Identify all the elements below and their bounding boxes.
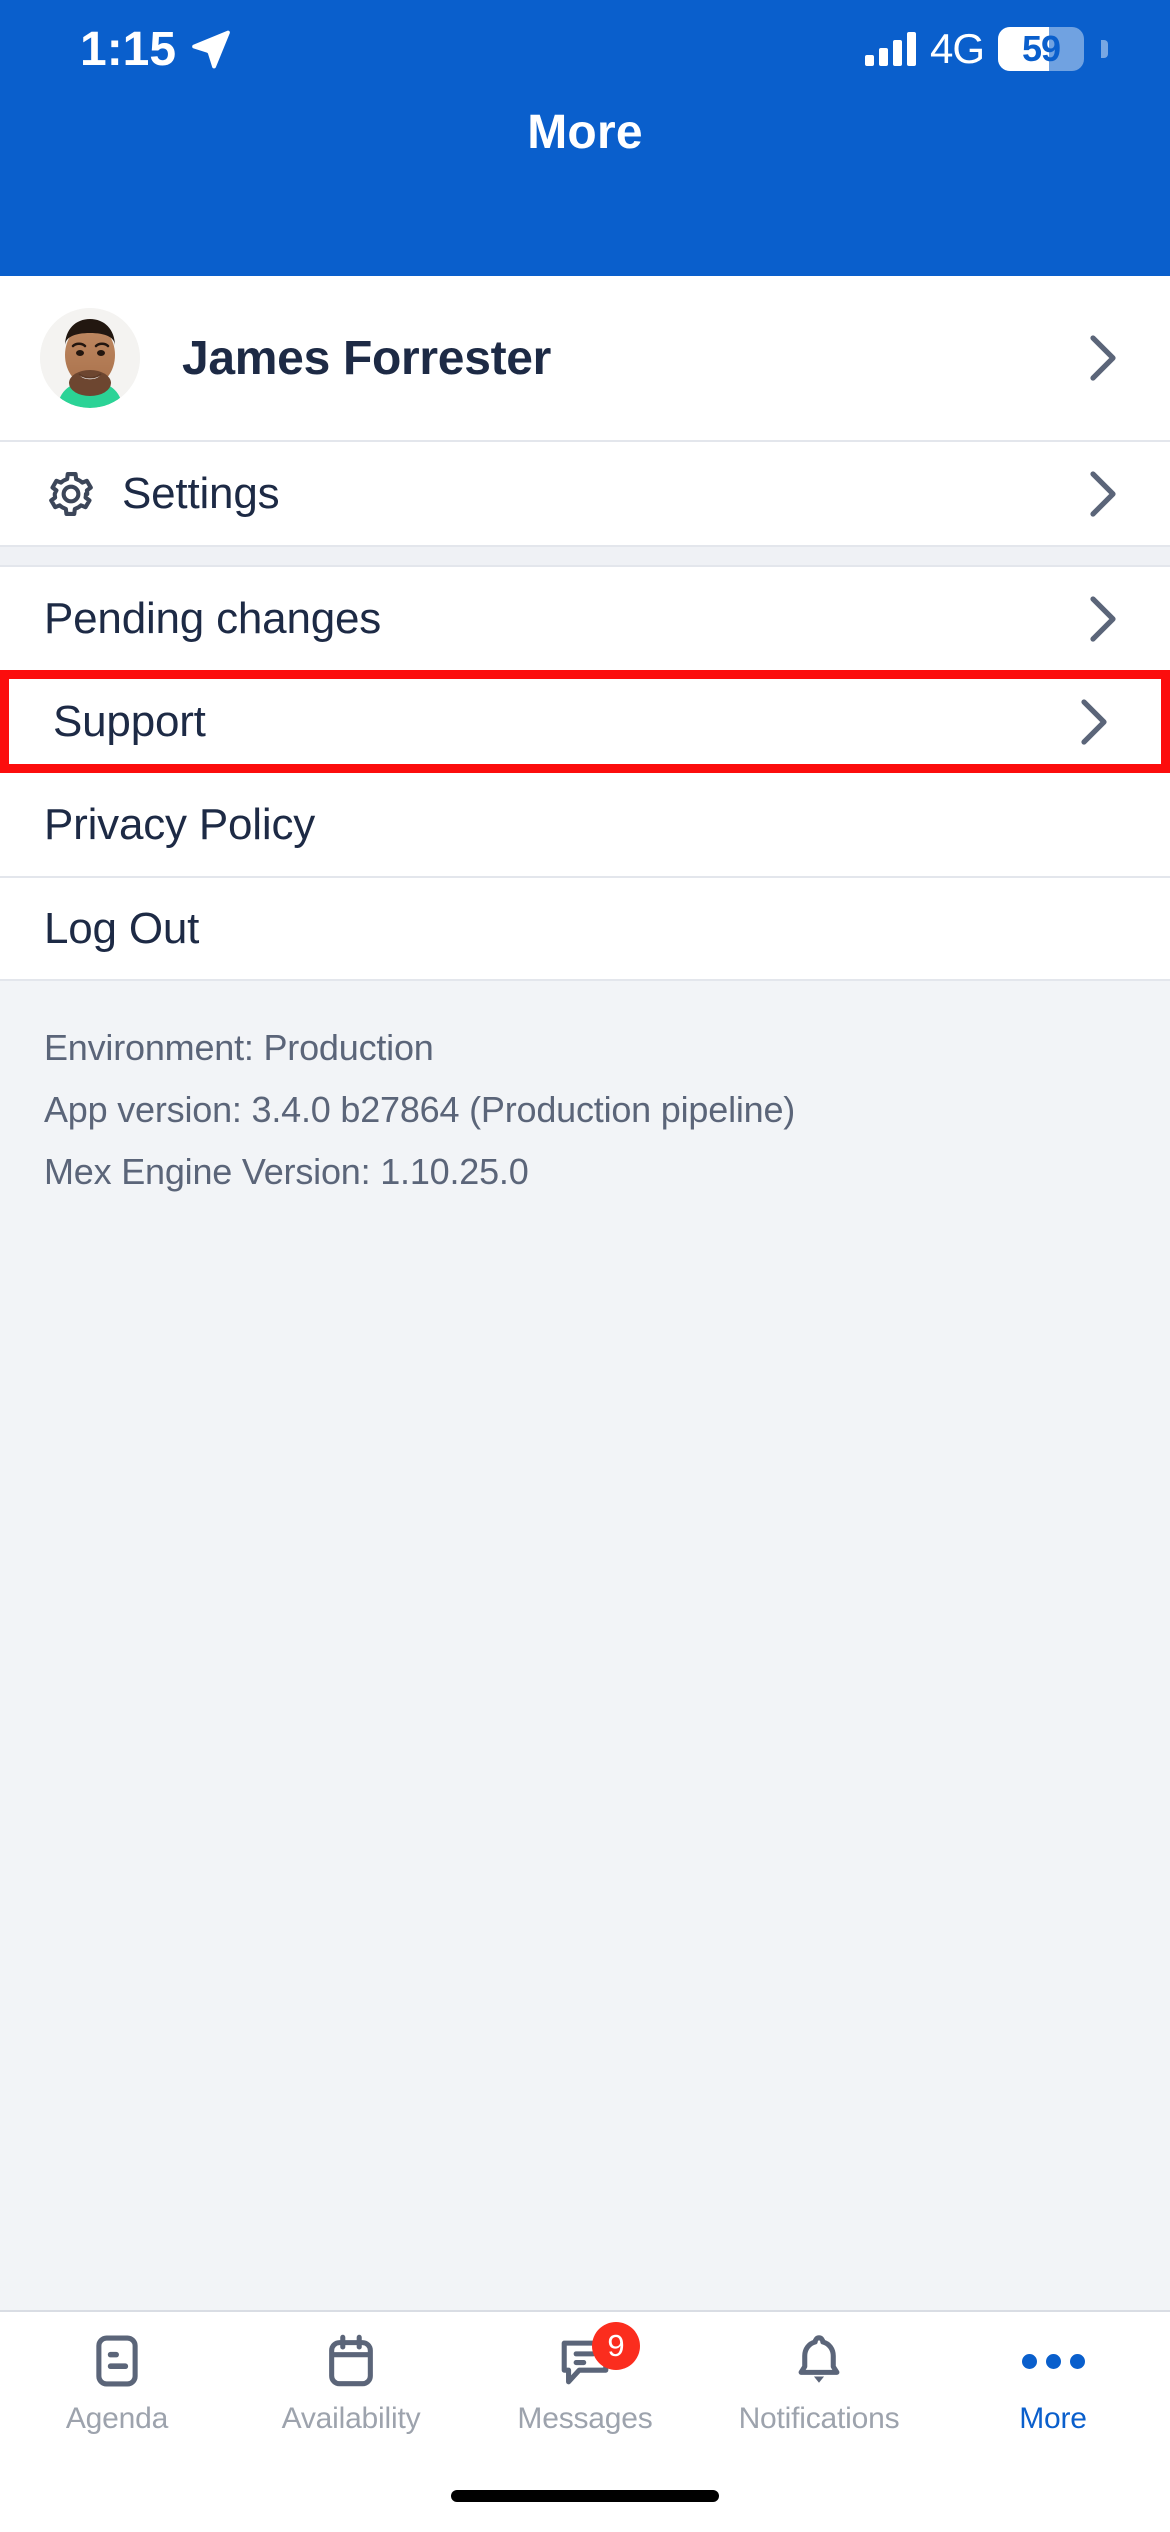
tab-availability[interactable]: Availability bbox=[234, 2330, 468, 2436]
status-indicators: 4G 59 bbox=[864, 24, 1108, 74]
tab-agenda[interactable]: Agenda bbox=[0, 2330, 234, 2436]
profile-name: James Forrester bbox=[182, 331, 552, 385]
gear-icon bbox=[44, 467, 98, 521]
content-area: James Forrester Settings Pending changes… bbox=[0, 276, 1170, 2310]
chevron-right-icon bbox=[1088, 595, 1118, 643]
agenda-list-icon bbox=[86, 2330, 148, 2392]
menu-item-privacy-policy[interactable]: Privacy Policy bbox=[0, 773, 1170, 876]
bottom-tab-bar: Agenda Availability 9 Messages Notificat… bbox=[0, 2310, 1170, 2460]
menu-item-pending-changes[interactable]: Pending changes bbox=[0, 567, 1170, 670]
chevron-right-icon bbox=[1079, 698, 1109, 746]
version-info-block: Environment: Production App version: 3.4… bbox=[0, 979, 1170, 2310]
bell-icon bbox=[788, 2330, 850, 2392]
home-indicator-area bbox=[0, 2460, 1170, 2532]
network-type-label: 4G bbox=[929, 25, 985, 72]
chevron-right-icon bbox=[1088, 334, 1118, 382]
messages-badge: 9 bbox=[592, 2322, 640, 2370]
menu-section: Pending changes bbox=[0, 567, 1170, 670]
menu-item-settings[interactable]: Settings bbox=[0, 442, 1170, 545]
status-bar: 1:15 4G 59 bbox=[0, 0, 1170, 98]
app-version-label: App version: 3.4.0 b27864 (Production pi… bbox=[44, 1089, 796, 1130]
menu-item-label: Pending changes bbox=[44, 593, 382, 643]
tab-label: Messages bbox=[517, 2402, 653, 2435]
chevron-right-icon bbox=[1088, 470, 1118, 518]
menu-item-label: Support bbox=[53, 696, 206, 746]
battery-icon: 59 bbox=[998, 27, 1084, 71]
calendar-icon bbox=[320, 2330, 382, 2392]
support-highlight-box: Support bbox=[0, 670, 1170, 773]
menu-item-log-out[interactable]: Log Out bbox=[0, 876, 1170, 979]
tab-notifications[interactable]: Notifications bbox=[702, 2330, 936, 2436]
navigation-bar-spacer bbox=[0, 168, 1170, 276]
chat-bubble-icon: 9 bbox=[554, 2322, 640, 2392]
cellular-signal-icon bbox=[864, 32, 916, 66]
tab-messages[interactable]: 9 Messages bbox=[468, 2322, 702, 2436]
tab-label: Availability bbox=[281, 2402, 421, 2435]
settings-section: Settings bbox=[0, 442, 1170, 545]
location-arrow-icon bbox=[188, 26, 232, 70]
home-indicator[interactable] bbox=[451, 2490, 719, 2502]
tab-more[interactable]: More bbox=[936, 2330, 1170, 2436]
menu-item-label: Log Out bbox=[44, 903, 200, 953]
menu-item-support[interactable]: Support bbox=[9, 679, 1161, 764]
page-title: More bbox=[527, 106, 643, 159]
battery-cap bbox=[1101, 40, 1108, 58]
avatar bbox=[40, 308, 140, 408]
tab-label: More bbox=[1019, 2402, 1087, 2435]
menu-item-label: Settings bbox=[122, 468, 280, 518]
battery-percent-label: 59 bbox=[1021, 28, 1061, 69]
menu-section-footer: Privacy Policy Log Out bbox=[0, 773, 1170, 979]
section-divider bbox=[0, 545, 1170, 567]
phone-screen: 1:15 4G 59 More James Forrester Settings… bbox=[0, 0, 1170, 2532]
navigation-bar: More bbox=[0, 98, 1170, 168]
status-time: 1:15 bbox=[80, 23, 177, 76]
engine-version-label: Mex Engine Version: 1.10.25.0 bbox=[44, 1151, 529, 1192]
ellipsis-icon bbox=[1021, 2330, 1085, 2392]
tab-label: Agenda bbox=[65, 2402, 169, 2435]
tab-label: Notifications bbox=[738, 2402, 900, 2435]
profile-row[interactable]: James Forrester bbox=[0, 276, 1170, 442]
environment-label: Environment: Production bbox=[44, 1027, 434, 1068]
menu-item-label: Privacy Policy bbox=[44, 799, 316, 849]
